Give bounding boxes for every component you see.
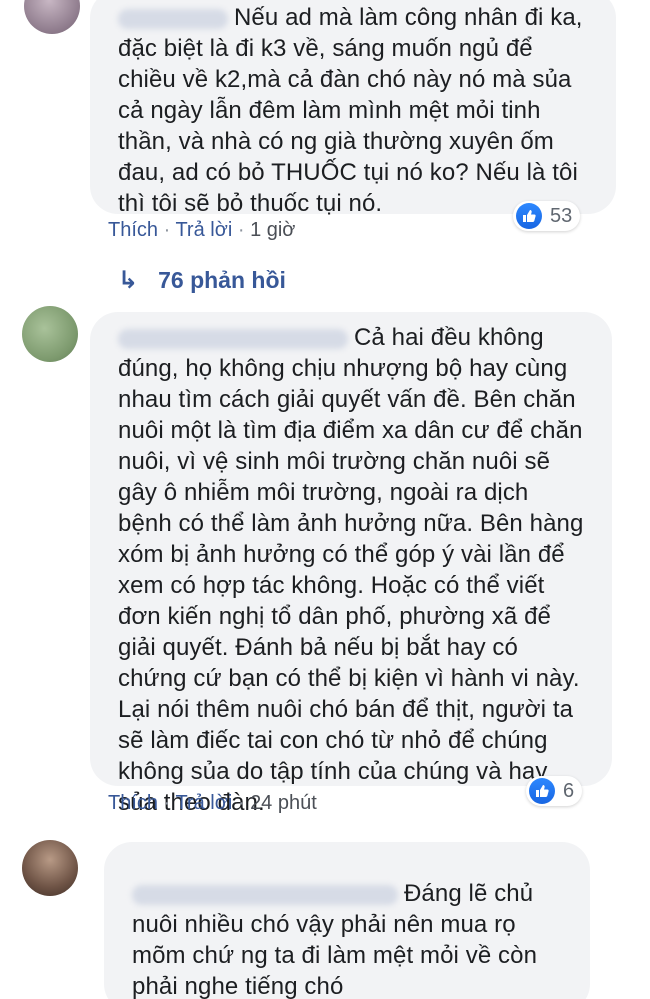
comment-bubble: Nếu ad mà làm công nhân đi ka, đặc biệt … [90, 0, 616, 217]
comment-timestamp[interactable]: 24 phút [250, 792, 317, 814]
view-replies-link[interactable]: ↳ 76 phản hồi [118, 266, 286, 295]
comment-text: Nếu ad mà làm công nhân đi ka, đặc biệt … [118, 4, 583, 217]
comment-bubble: Cả hai đều không đúng, họ không chịu như… [90, 312, 612, 816]
comment-actions: Thích · Trả lời · 1 giờ [108, 219, 296, 241]
comment-text: Đáng lẽ chủ nuôi nhiều chó vậy phải nên … [132, 880, 538, 999]
commenter-avatar[interactable] [24, 0, 80, 34]
reply-arrow-icon: ↳ [118, 267, 139, 294]
reaction-summary[interactable]: 6 [526, 776, 583, 806]
reply-link[interactable]: Trả lời [175, 219, 232, 241]
like-link[interactable]: Thích [108, 792, 158, 814]
like-reaction-icon [516, 203, 542, 229]
commenter-name-blurred[interactable] [118, 328, 348, 349]
commenter-name-blurred[interactable] [118, 8, 228, 29]
comment-text: Cả hai đều không đúng, họ không chịu như… [118, 324, 584, 816]
comment-timestamp[interactable]: 1 giờ [250, 219, 295, 241]
like-reaction-icon [529, 778, 555, 804]
reply-link[interactable]: Trả lời [175, 792, 232, 814]
reaction-count: 6 [563, 779, 575, 802]
like-link[interactable]: Thích [108, 219, 158, 241]
comment-actions: Thích · Trả lời · 24 phút [108, 792, 317, 814]
comment-bubble: Đáng lẽ chủ nuôi nhiều chó vậy phải nên … [104, 842, 590, 999]
commenter-avatar[interactable] [22, 306, 78, 362]
reaction-summary[interactable]: 53 [513, 201, 581, 231]
commenter-avatar[interactable] [22, 840, 78, 896]
reaction-count: 53 [550, 204, 573, 227]
replies-count-label: 76 phản hồi [158, 267, 286, 293]
commenter-name-blurred[interactable] [132, 884, 398, 905]
